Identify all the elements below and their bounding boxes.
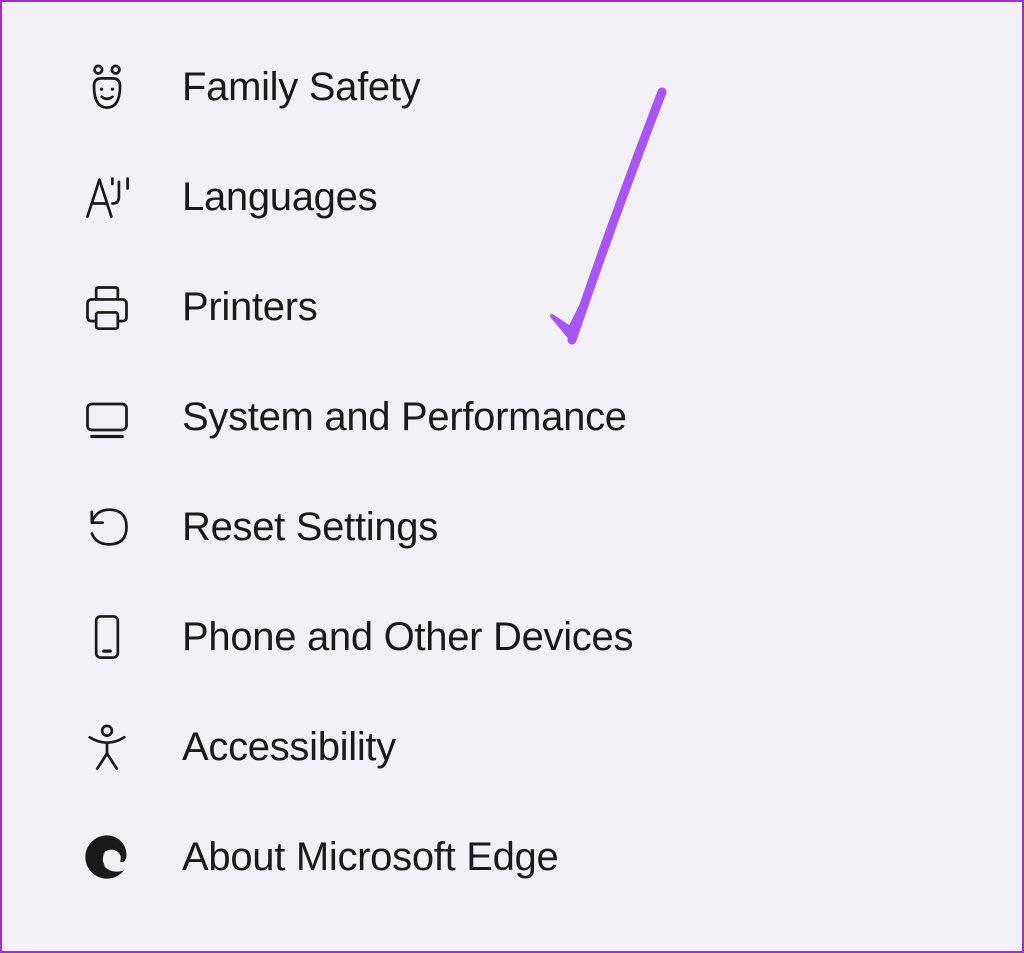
menu-item-reset-settings[interactable]: Reset Settings: [77, 472, 1022, 582]
menu-item-label: Languages: [182, 175, 377, 220]
menu-item-languages[interactable]: Languages: [77, 142, 1022, 252]
family-safety-icon: [77, 57, 137, 117]
menu-item-label: Reset Settings: [182, 505, 438, 550]
edge-icon: [77, 827, 137, 887]
phone-icon: [77, 607, 137, 667]
menu-item-label: Accessibility: [182, 725, 396, 770]
menu-item-printers[interactable]: Printers: [77, 252, 1022, 362]
settings-menu: Family Safety Languages Printers: [2, 2, 1022, 912]
printers-icon: [77, 277, 137, 337]
menu-item-family-safety[interactable]: Family Safety: [77, 32, 1022, 142]
system-icon: [77, 387, 137, 447]
menu-item-about-edge[interactable]: About Microsoft Edge: [77, 802, 1022, 912]
menu-item-label: Printers: [182, 285, 317, 330]
menu-item-label: Family Safety: [182, 65, 420, 110]
menu-item-phone-devices[interactable]: Phone and Other Devices: [77, 582, 1022, 692]
menu-item-label: About Microsoft Edge: [182, 835, 558, 880]
menu-item-label: System and Performance: [182, 395, 627, 440]
reset-icon: [77, 497, 137, 557]
menu-item-label: Phone and Other Devices: [182, 615, 633, 660]
menu-item-accessibility[interactable]: Accessibility: [77, 692, 1022, 802]
accessibility-icon: [77, 717, 137, 777]
languages-icon: [77, 167, 137, 227]
menu-item-system-performance[interactable]: System and Performance: [77, 362, 1022, 472]
